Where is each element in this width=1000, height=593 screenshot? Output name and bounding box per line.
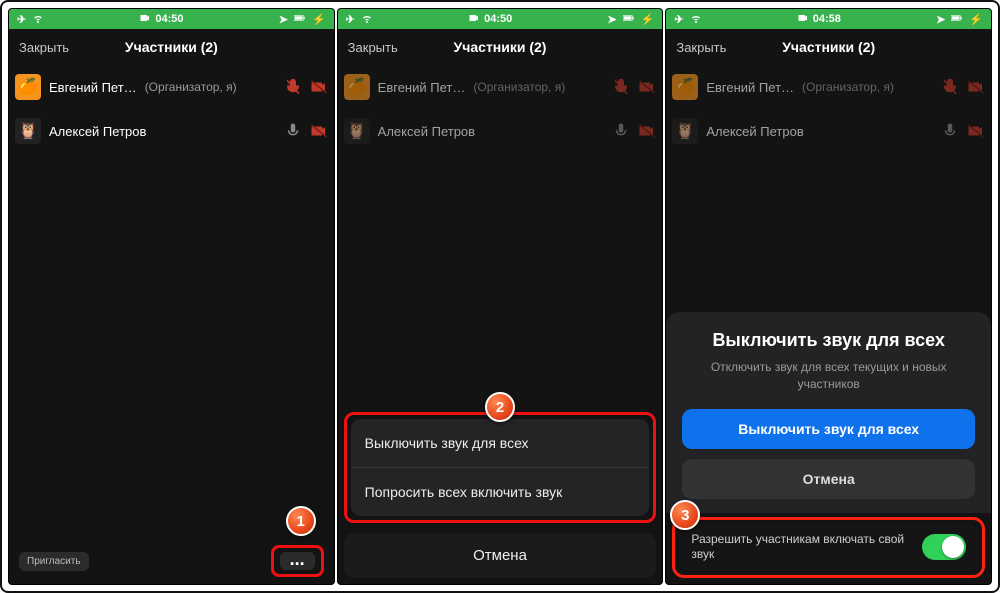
close-button[interactable]: Закрыть: [348, 40, 398, 55]
permit-label: Разрешить участникам включать свой звук: [691, 532, 912, 563]
screens-row: ✈︎ 04:50 ➤ ⚡ Закрыть Участники (2) 🍊 Евг…: [8, 8, 992, 585]
status-time: 04:50: [155, 13, 183, 25]
participant-row: 🦉 Алексей Петров: [672, 109, 985, 153]
location-icon: ➤: [936, 13, 945, 26]
ask-unmute-option[interactable]: Попросить всех включить звук: [351, 468, 650, 516]
screen-2: ✈︎ 04:50 ➤ ⚡ Закрыть Участники (2) 🍊 Евг…: [337, 8, 664, 585]
avatar: 🦉: [672, 118, 698, 144]
participant-name: Евгений Пет…: [49, 80, 137, 95]
header: Закрыть Участники (2): [666, 29, 991, 65]
cancel-button[interactable]: Отмена: [682, 459, 975, 499]
airplane-icon: ✈︎: [17, 13, 26, 26]
participant-name: Алексей Петров: [378, 124, 475, 139]
tutorial-frame: ✈︎ 04:50 ➤ ⚡ Закрыть Участники (2) 🍊 Евг…: [0, 0, 1000, 593]
callout-more: ...: [271, 545, 324, 577]
participants-list: 🍊 Евгений Пет… (Организатор, я) 🦉 Алексе…: [666, 65, 991, 153]
mic-on-icon: [612, 122, 630, 140]
cam-off-icon: [310, 78, 328, 96]
mic-muted-icon: [612, 78, 630, 96]
cam-off-icon: [310, 122, 328, 140]
permit-unmute-row[interactable]: Разрешить участникам включать свой звук: [679, 524, 978, 571]
status-bar: ✈︎ 04:50 ➤ ⚡: [338, 9, 663, 29]
participant-role: (Организатор, я): [145, 80, 237, 94]
avatar: 🍊: [344, 74, 370, 100]
avatar: 🦉: [344, 118, 370, 144]
status-bar: ✈︎ 04:50 ➤ ⚡: [9, 9, 334, 29]
avatar: 🍊: [672, 74, 698, 100]
toggle-knob: [942, 536, 964, 558]
participant-name: Алексей Петров: [49, 124, 146, 139]
screen-3: ✈︎ 04:58 ➤ ⚡ Закрыть Участники (2) 🍊 Евг…: [665, 8, 992, 585]
mute-all-confirm-button[interactable]: Выключить звук для всех: [682, 409, 975, 449]
battery-icon: [951, 12, 963, 27]
cam-off-icon: [967, 78, 985, 96]
more-button[interactable]: ...: [280, 552, 315, 570]
participant-row: 🦉 Алексей Петров: [344, 109, 657, 153]
callout-options: Выключить звук для всех Попросить всех в…: [344, 412, 657, 523]
callout-permit: Разрешить участникам включать свой звук: [672, 517, 985, 578]
mic-muted-icon: [941, 78, 959, 96]
status-time: 04:50: [484, 13, 512, 25]
participants-list: 🍊 Евгений Пет… (Организатор, я) 🦉 Алексе…: [9, 65, 334, 153]
participant-name: Евгений Пет…: [706, 80, 794, 95]
screen-1: ✈︎ 04:50 ➤ ⚡ Закрыть Участники (2) 🍊 Евг…: [8, 8, 335, 585]
wifi-icon: [361, 12, 373, 27]
participant-row[interactable]: 🦉 Алексей Петров: [15, 109, 328, 153]
mic-on-icon: [941, 122, 959, 140]
dialog-subtitle: Отключить звук для всех текущих и новых …: [682, 359, 975, 393]
battery-icon: [623, 12, 635, 27]
bottom-bar: Пригласить ...: [9, 538, 334, 584]
wifi-icon: [32, 12, 44, 27]
status-bar: ✈︎ 04:58 ➤ ⚡: [666, 9, 991, 29]
cam-off-icon: [638, 78, 656, 96]
cam-off-icon: [638, 122, 656, 140]
header: Закрыть Участники (2): [338, 29, 663, 65]
step-badge-1: 1: [286, 506, 316, 536]
charging-icon: ⚡: [969, 13, 983, 26]
header: Закрыть Участники (2): [9, 29, 334, 65]
airplane-icon: ✈︎: [674, 13, 683, 26]
battery-icon: [294, 12, 306, 27]
participant-row: 🍊 Евгений Пет… (Организатор, я): [672, 65, 985, 109]
participant-role: (Организатор, я): [473, 80, 565, 94]
invite-button[interactable]: Пригласить: [19, 552, 89, 571]
permit-toggle[interactable]: [922, 534, 966, 560]
close-button[interactable]: Закрыть: [19, 40, 69, 55]
charging-icon: ⚡: [312, 13, 326, 26]
location-icon: ➤: [279, 13, 288, 26]
avatar: 🦉: [15, 118, 41, 144]
avatar: 🍊: [15, 74, 41, 100]
camera-icon: [139, 12, 151, 27]
step-badge-2: 2: [485, 392, 515, 422]
participant-name: Евгений Пет…: [378, 80, 466, 95]
charging-icon: ⚡: [641, 13, 655, 26]
location-icon: ➤: [607, 13, 616, 26]
participant-row: 🍊 Евгений Пет… (Организатор, я): [344, 65, 657, 109]
participant-role: (Организатор, я): [802, 80, 894, 94]
participant-name: Алексей Петров: [706, 124, 803, 139]
cancel-button[interactable]: Отмена: [344, 533, 657, 578]
camera-icon: [797, 12, 809, 27]
wifi-icon: [690, 12, 702, 27]
mute-all-option[interactable]: Выключить звук для всех: [351, 419, 650, 468]
action-sheet: Выключить звук для всех Попросить всех в…: [338, 412, 663, 584]
cam-off-icon: [967, 122, 985, 140]
participant-row[interactable]: 🍊 Евгений Пет… (Организатор, я): [15, 65, 328, 109]
close-button[interactable]: Закрыть: [676, 40, 726, 55]
dialog-title: Выключить звук для всех: [682, 330, 975, 351]
airplane-icon: ✈︎: [346, 13, 355, 26]
mic-muted-icon: [284, 78, 302, 96]
mic-on-icon: [284, 122, 302, 140]
participants-list: 🍊 Евгений Пет… (Организатор, я) 🦉 Алексе…: [338, 65, 663, 153]
camera-icon: [468, 12, 480, 27]
mute-all-dialog: Выключить звук для всех Отключить звук д…: [666, 312, 991, 584]
status-time: 04:58: [813, 13, 841, 25]
